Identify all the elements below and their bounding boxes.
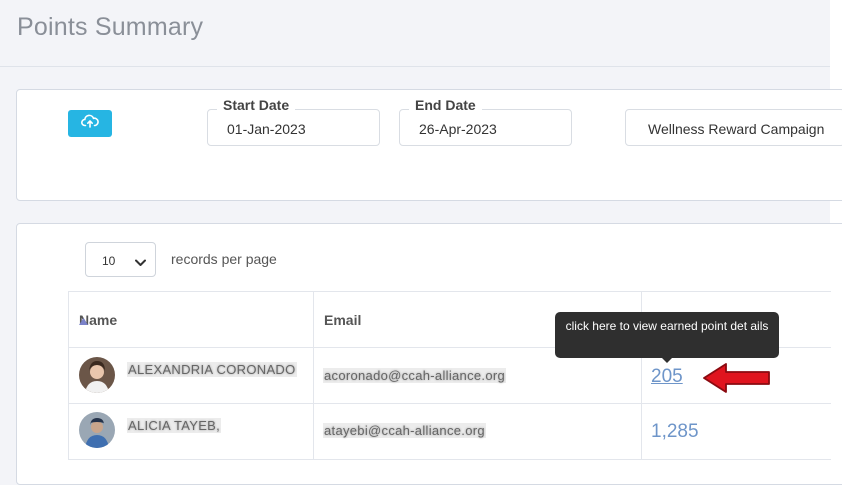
row-name: ALEXANDRIA CORONADO <box>127 362 297 377</box>
column-header-email-label: Email <box>324 312 362 328</box>
red-arrow-icon <box>702 361 772 400</box>
column-header-name[interactable]: Name <box>69 292 314 348</box>
page-size-value: 10 <box>102 254 116 268</box>
start-date-field[interactable]: Start Date 01-Jan-2023 <box>207 97 380 146</box>
row-email-cell: atayebi@ccah-alliance.org <box>314 404 642 460</box>
sort-ascending-icon <box>79 312 88 328</box>
table-row: ALICIA TAYEB, <box>69 404 314 460</box>
avatar <box>79 412 115 448</box>
tooltip-pointer <box>662 358 672 363</box>
table-row: ALEXANDRIA CORONADO <box>69 348 314 404</box>
page-title: Points Summary <box>17 13 204 41</box>
row-email: acoronado@ccah-alliance.org <box>323 368 507 383</box>
row-name: ALICIA TAYEB, <box>127 418 222 433</box>
points-link[interactable]: 205 <box>651 366 683 388</box>
end-date-value: 26-Apr-2023 <box>419 121 497 137</box>
start-date-label: Start Date <box>217 97 296 113</box>
campaign-select[interactable]: Wellness Reward Campaign <box>625 109 842 146</box>
page-header: Points Summary <box>0 0 830 67</box>
tooltip: click here to view earned point det ails <box>555 312 779 358</box>
chevron-down-icon <box>135 254 146 272</box>
end-date-field[interactable]: End Date 26-Apr-2023 <box>399 97 572 146</box>
campaign-value: Wellness Reward Campaign <box>648 121 825 137</box>
row-email: atayebi@ccah-alliance.org <box>323 423 486 438</box>
row-points-cell: 1,285 <box>642 404 831 460</box>
upload-button[interactable] <box>68 110 112 137</box>
start-date-value: 01-Jan-2023 <box>227 121 306 137</box>
end-date-label: End Date <box>409 97 482 113</box>
page-size-select[interactable]: 10 <box>85 242 156 277</box>
cloud-upload-icon <box>81 114 99 133</box>
avatar <box>79 357 115 393</box>
points-link[interactable]: 1,285 <box>651 421 699 443</box>
records-per-page-label: records per page <box>171 251 277 267</box>
